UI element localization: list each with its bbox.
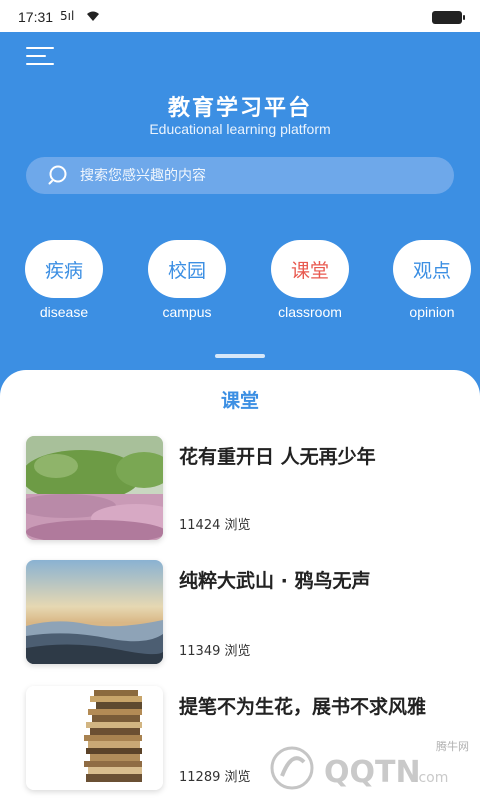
category-campus-label: campus xyxy=(162,304,212,320)
article-title[interactable]: 提笔不为生花，展书不求风雅 xyxy=(179,694,459,721)
status-bar: 17:31 5ıl xyxy=(0,0,480,32)
category-disease-label: disease xyxy=(39,304,89,320)
category-disease[interactable]: 疾病 disease xyxy=(14,240,114,320)
article-title[interactable]: 花有重开日 人无再少年 xyxy=(179,444,459,471)
app-title: 教育学习平台 xyxy=(167,96,312,121)
article-item[interactable]: 花有重开日 人无再少年 11424 浏览 xyxy=(26,436,466,540)
article-item[interactable]: 纯粹大武山 · 鸦鸟无声 11349 浏览 xyxy=(26,560,466,664)
article-views: 11289 浏览 xyxy=(179,770,251,785)
svg-text:.com: .com xyxy=(414,770,448,786)
article-title[interactable]: 纯粹大武山 · 鸦鸟无声 xyxy=(179,568,459,595)
book-stack-photo[interactable] xyxy=(26,686,163,790)
search-input[interactable] xyxy=(80,166,420,186)
category-opinion-button[interactable]: 观点 xyxy=(393,240,471,298)
category-campus-button[interactable]: 校园 xyxy=(148,240,226,298)
hamburger-menu-icon[interactable] xyxy=(26,47,54,67)
category-classroom[interactable]: 课堂 classroom xyxy=(260,240,360,320)
article-views: 11424 浏览 xyxy=(179,518,251,533)
category-classroom-button[interactable]: 课堂 xyxy=(271,240,349,298)
mountain-sunset-photo[interactable] xyxy=(26,560,163,664)
search-icon xyxy=(48,165,67,185)
qqtn-watermark-logo: QQTN .com 腾牛网 xyxy=(270,739,469,790)
hero-header xyxy=(0,32,480,400)
svg-text:腾牛网: 腾牛网 xyxy=(436,739,469,753)
wifi-icon xyxy=(87,11,99,21)
category-opinion[interactable]: 观点 opinion xyxy=(382,240,480,320)
category-classroom-label: classroom xyxy=(278,304,342,320)
page-indicator xyxy=(215,354,265,358)
svg-text:QQTN: QQTN xyxy=(324,755,421,790)
flower-field-photo[interactable] xyxy=(26,436,163,540)
signal-icon: 5ıl xyxy=(60,9,75,23)
section-title: 课堂 xyxy=(220,390,259,412)
app-subtitle: Educational learning platform xyxy=(149,121,331,137)
article-views: 11349 浏览 xyxy=(179,644,251,659)
status-time: 17:31 xyxy=(18,9,54,25)
category-opinion-label: opinion xyxy=(409,304,455,320)
battery-icon xyxy=(432,11,465,24)
category-campus[interactable]: 校园 campus xyxy=(137,240,237,320)
category-disease-button[interactable]: 疾病 xyxy=(25,240,103,298)
